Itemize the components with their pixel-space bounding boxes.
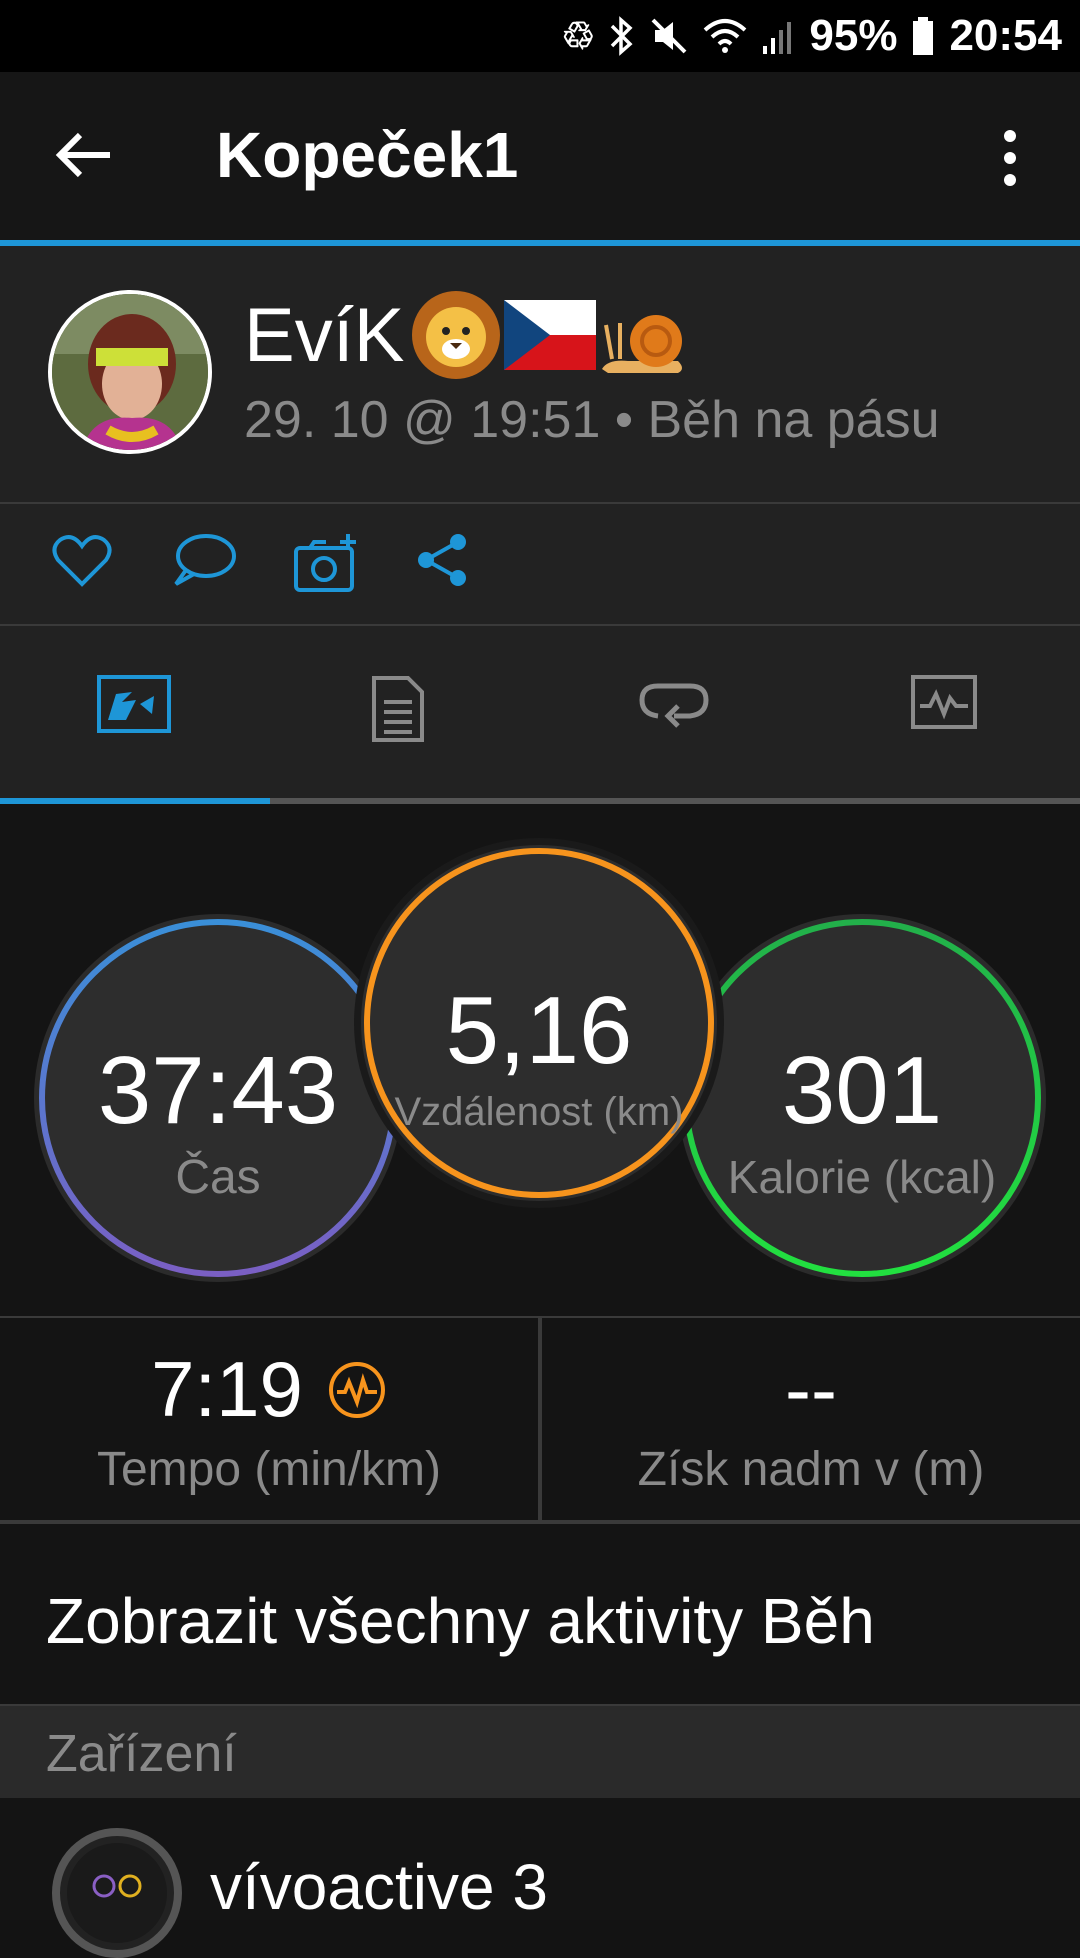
view-all-activities-link[interactable]: Zobrazit všechny aktivity Běh <box>46 1584 875 1658</box>
comment-button[interactable] <box>172 532 242 596</box>
signal-icon <box>763 22 792 54</box>
calories-label: Kalorie (kcal) <box>727 1151 997 1203</box>
watch-device-icon <box>52 1828 182 1958</box>
status-bar: ♲ 95% 20:54 <box>0 0 1080 72</box>
calories-stat[interactable]: 301 Kalorie (kcal) <box>674 910 1050 1286</box>
document-list-icon <box>372 676 424 742</box>
user-name: EvíK <box>244 293 405 378</box>
distance-stat[interactable]: 5,16 Vzdálenost (km) <box>352 836 726 1210</box>
battery-percent: 95% <box>809 11 898 60</box>
lion-emoji-icon <box>412 291 500 379</box>
time-label: Čas <box>175 1151 261 1204</box>
bluetooth-icon <box>611 16 633 56</box>
pace-value: 7:19 <box>151 1345 303 1433</box>
status-icons: ♲ 95% 20:54 <box>561 0 1062 72</box>
tab-laps[interactable] <box>638 674 718 754</box>
arrow-back-icon <box>55 132 110 178</box>
share-icon <box>418 534 466 586</box>
tab-details[interactable] <box>370 674 450 754</box>
distance-label: Vzdálenost (km) <box>394 1090 684 1134</box>
elevation-label: Získ nadm v (m) <box>637 1443 985 1496</box>
page-title: Kopeček1 <box>216 119 519 191</box>
calories-value: 301 <box>781 1037 943 1144</box>
devices-section-title: Zařízení <box>46 1725 237 1783</box>
device-name: vívoactive 3 <box>210 1851 548 1923</box>
battery-icon <box>913 17 934 55</box>
chart-icon <box>911 675 977 729</box>
clock: 20:54 <box>949 11 1062 60</box>
back-button[interactable] <box>50 120 120 190</box>
czech-flag-icon <box>504 300 596 370</box>
elevation-metric[interactable]: -- Získ nadm v (m) <box>542 1318 1080 1522</box>
heart-icon <box>52 535 112 587</box>
app-bar <box>0 72 1080 242</box>
distance-value: 5,16 <box>445 977 633 1084</box>
snail-emoji-icon <box>602 315 682 373</box>
more-options-button[interactable] <box>990 128 1030 188</box>
pace-metric[interactable]: 7:19 Tempo (min/km) <box>0 1318 538 1522</box>
avatar[interactable] <box>48 290 212 454</box>
mute-icon <box>651 18 687 54</box>
like-button[interactable] <box>52 532 122 596</box>
time-value: 37:43 <box>97 1037 339 1144</box>
comment-icon <box>174 534 236 586</box>
tab-summary[interactable] <box>96 674 176 754</box>
elevation-value: -- <box>785 1345 837 1433</box>
user-emoji-decorations <box>410 290 690 380</box>
add-photo-button[interactable] <box>292 532 362 596</box>
map-summary-icon <box>97 675 171 733</box>
avatar-photo <box>52 294 208 450</box>
add-photo-icon <box>294 534 356 592</box>
wifi-icon <box>704 19 747 53</box>
share-button[interactable] <box>414 532 484 596</box>
recycle-icon: ♲ <box>561 15 596 58</box>
pace-label: Tempo (min/km) <box>96 1443 442 1496</box>
action-bar <box>0 504 1080 624</box>
activity-meta: 29. 10 @ 19:51 • Běh na pásu <box>244 391 940 449</box>
more-vert-icon <box>1004 130 1016 186</box>
time-stat[interactable]: 37:43 Čas <box>30 910 406 1286</box>
tab-charts[interactable] <box>910 674 990 754</box>
laps-icon <box>639 683 709 728</box>
pace-chart-icon <box>328 1361 385 1418</box>
